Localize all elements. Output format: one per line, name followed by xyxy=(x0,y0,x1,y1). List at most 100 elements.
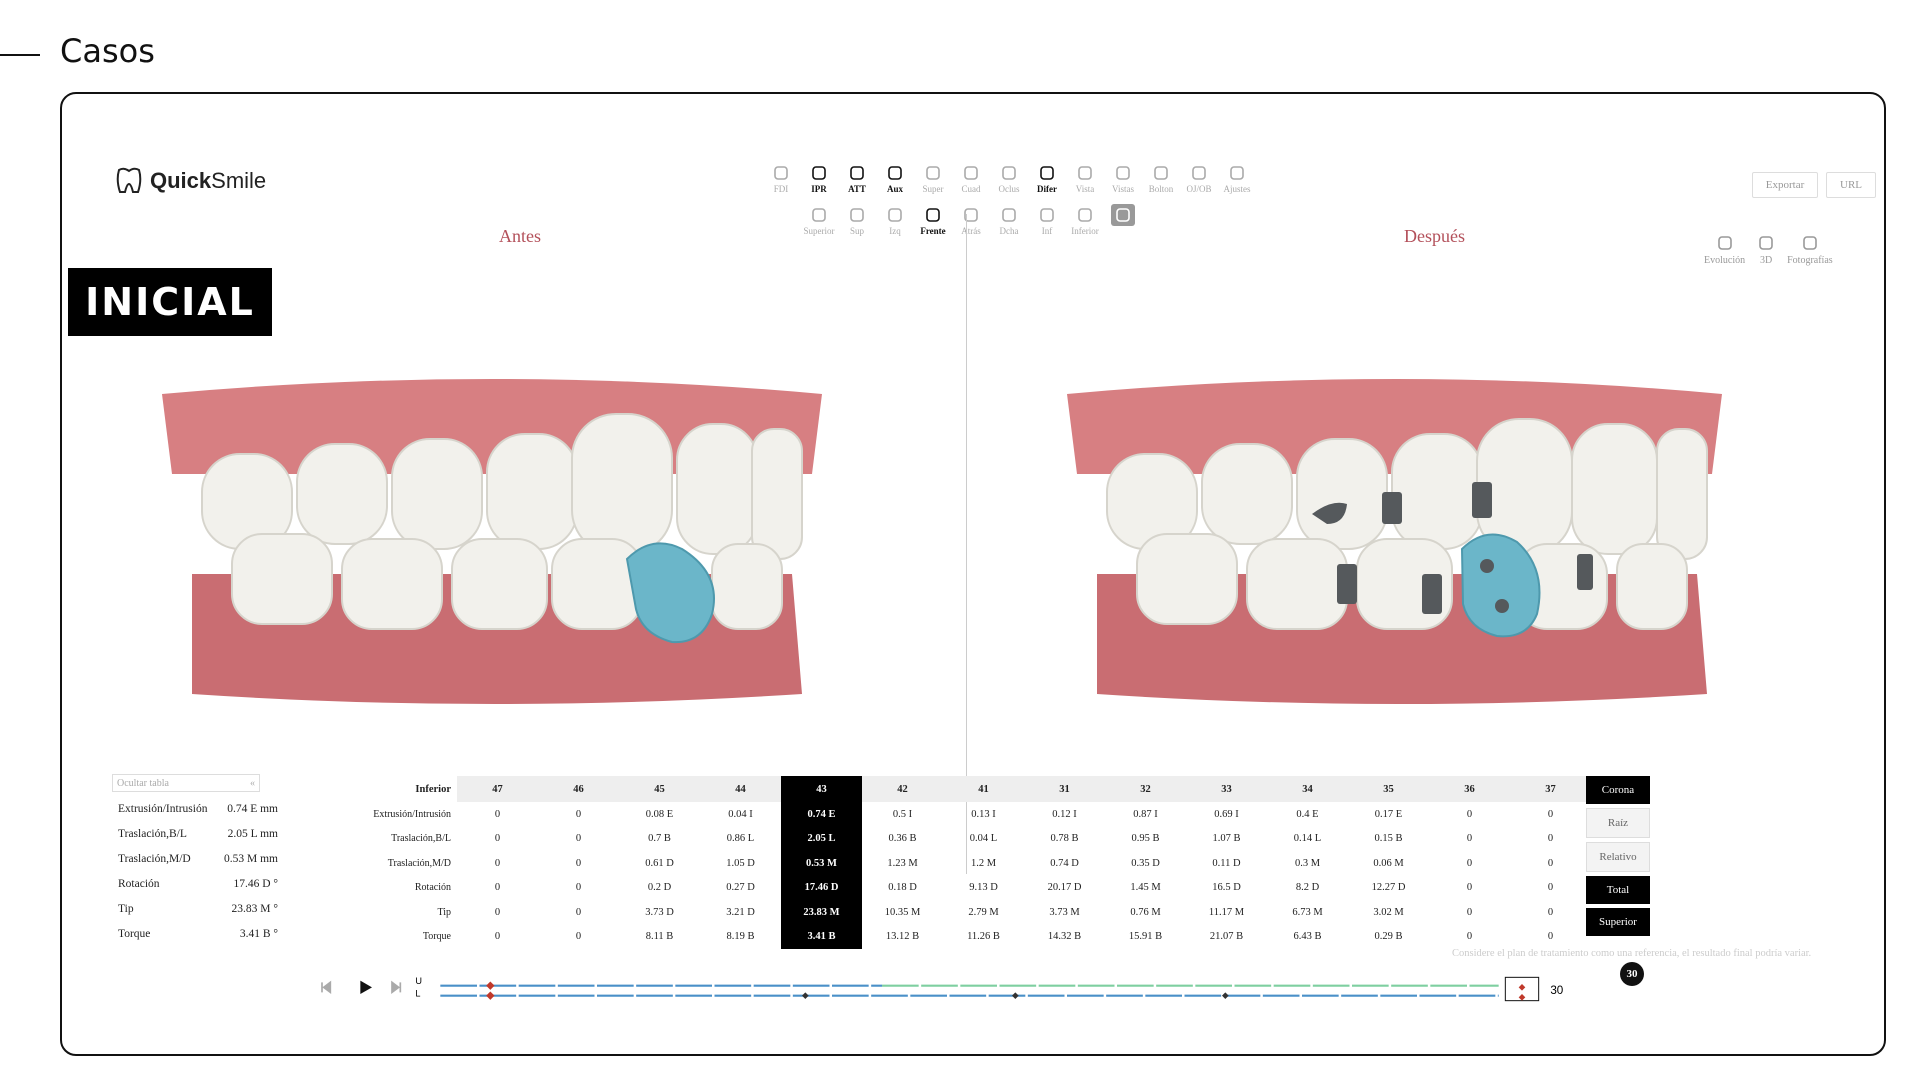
tooth-header[interactable]: 41 xyxy=(943,776,1024,802)
export-button[interactable]: Exportar xyxy=(1752,172,1818,198)
tooth-header[interactable]: 34 xyxy=(1267,776,1348,802)
table-cell[interactable]: 6.43 B xyxy=(1267,925,1348,950)
table-cell[interactable]: 0.95 B xyxy=(1105,827,1186,852)
table-cell[interactable]: 13.12 B xyxy=(862,925,943,950)
table-cell[interactable]: 21.07 B xyxy=(1186,925,1267,950)
tooth-header[interactable]: 42 xyxy=(862,776,943,802)
table-cell[interactable]: 3.73 D xyxy=(619,900,700,925)
tool-vistas[interactable]: Vistas xyxy=(1104,162,1142,194)
mode-button-superior[interactable]: Superior xyxy=(1586,908,1650,936)
view-inferior[interactable]: Inferior xyxy=(1066,204,1104,236)
table-cell[interactable]: 0.35 D xyxy=(1105,851,1186,876)
table-cell[interactable]: 10.35 M xyxy=(862,900,943,925)
before-jaw-model[interactable] xyxy=(152,374,832,704)
table-cell[interactable]: 0.86 L xyxy=(700,827,781,852)
mode-button-total[interactable]: Total xyxy=(1586,876,1650,904)
tooth-header[interactable]: 31 xyxy=(1024,776,1105,802)
table-cell[interactable]: 0.7 B xyxy=(619,827,700,852)
url-button[interactable]: URL xyxy=(1826,172,1876,198)
start-marker-upper[interactable] xyxy=(486,981,495,990)
prev-button[interactable] xyxy=(321,980,332,994)
table-cell[interactable]: 0 xyxy=(457,827,538,852)
tool-oj-ob[interactable]: OJ/OB xyxy=(1180,162,1218,194)
tooth-header[interactable]: 36 xyxy=(1429,776,1510,802)
table-cell[interactable]: 0 xyxy=(1510,900,1591,925)
table-cell[interactable]: 0.78 B xyxy=(1024,827,1105,852)
tooth-header[interactable]: 32 xyxy=(1105,776,1186,802)
tool-ipr[interactable]: IPR xyxy=(800,162,838,194)
table-cell[interactable]: 0 xyxy=(1429,827,1510,852)
table-cell[interactable]: 1.45 M xyxy=(1105,876,1186,901)
table-cell[interactable]: 20.17 D xyxy=(1024,876,1105,901)
table-cell[interactable]: 0.15 B xyxy=(1348,827,1429,852)
tool-ajustes[interactable]: Ajustes xyxy=(1218,162,1256,194)
table-cell[interactable]: 0 xyxy=(1429,900,1510,925)
tool-bolton[interactable]: Bolton xyxy=(1142,162,1180,194)
table-cell[interactable]: 0 xyxy=(457,802,538,827)
tooth-header[interactable]: 43 xyxy=(781,776,862,802)
tooth-header[interactable]: 47 xyxy=(457,776,538,802)
table-cell[interactable]: 0.11 D xyxy=(1186,851,1267,876)
tool-fdi[interactable]: FDI xyxy=(762,162,800,194)
view-cambiar[interactable]: Cambiar xyxy=(1104,204,1142,236)
view-inf[interactable]: Inf xyxy=(1028,204,1066,236)
table-cell[interactable]: 0.27 D xyxy=(700,876,781,901)
hide-table-toggle[interactable]: Ocultar tabla « xyxy=(112,774,260,792)
table-cell[interactable]: 8.19 B xyxy=(700,925,781,950)
after-jaw-model[interactable] xyxy=(1057,374,1737,704)
tooth-header[interactable]: 35 xyxy=(1348,776,1429,802)
tool-oclus[interactable]: Oclus xyxy=(990,162,1028,194)
table-cell[interactable]: 0 xyxy=(1510,851,1591,876)
right-tool-0[interactable]: Evolución xyxy=(1704,234,1745,266)
ipr-marker[interactable] xyxy=(1012,992,1019,999)
table-cell[interactable]: 2.79 M xyxy=(943,900,1024,925)
table-cell[interactable]: 0.04 L xyxy=(943,827,1024,852)
table-cell[interactable]: 3.02 M xyxy=(1348,900,1429,925)
table-cell[interactable]: 0 xyxy=(1510,827,1591,852)
ipr-marker[interactable] xyxy=(1222,992,1229,999)
table-cell[interactable]: 16.5 D xyxy=(1186,876,1267,901)
table-cell[interactable]: 0 xyxy=(1510,876,1591,901)
table-cell[interactable]: 0.2 D xyxy=(619,876,700,901)
table-cell[interactable]: 0 xyxy=(1429,851,1510,876)
table-cell[interactable]: 12.27 D xyxy=(1348,876,1429,901)
table-cell[interactable]: 11.26 B xyxy=(943,925,1024,950)
table-cell[interactable]: 0.29 B xyxy=(1348,925,1429,950)
table-cell[interactable]: 1.07 B xyxy=(1186,827,1267,852)
table-cell[interactable]: 0.5 I xyxy=(862,802,943,827)
table-cell[interactable]: 0.36 B xyxy=(862,827,943,852)
table-cell[interactable]: 0.53 M xyxy=(781,851,862,876)
tool-difer[interactable]: Difer xyxy=(1028,162,1066,194)
view-sup[interactable]: Sup xyxy=(838,204,876,236)
table-cell[interactable]: 6.73 M xyxy=(1267,900,1348,925)
tool-att[interactable]: ATT xyxy=(838,162,876,194)
table-cell[interactable]: 0.18 D xyxy=(862,876,943,901)
right-tool-2[interactable]: Fotografías xyxy=(1787,234,1833,266)
next-button[interactable] xyxy=(391,980,402,994)
play-button[interactable] xyxy=(360,980,372,994)
table-cell[interactable]: 0 xyxy=(1429,876,1510,901)
table-cell[interactable]: 0 xyxy=(538,827,619,852)
table-cell[interactable]: 3.21 D xyxy=(700,900,781,925)
table-cell[interactable]: 0.74 D xyxy=(1024,851,1105,876)
table-cell[interactable]: 0 xyxy=(1429,925,1510,950)
tool-vista[interactable]: Vista xyxy=(1066,162,1104,194)
table-cell[interactable]: 0 xyxy=(457,876,538,901)
mode-button-ra-z[interactable]: Raíz xyxy=(1586,808,1650,838)
table-cell[interactable]: 0.69 I xyxy=(1186,802,1267,827)
table-cell[interactable]: 0.14 L xyxy=(1267,827,1348,852)
table-cell[interactable]: 0.3 M xyxy=(1267,851,1348,876)
table-cell[interactable]: 0.74 E xyxy=(781,802,862,827)
table-cell[interactable]: 8.11 B xyxy=(619,925,700,950)
table-cell[interactable]: 0 xyxy=(457,925,538,950)
table-cell[interactable]: 15.91 B xyxy=(1105,925,1186,950)
table-cell[interactable]: 0.17 E xyxy=(1348,802,1429,827)
mode-button-corona[interactable]: Corona xyxy=(1586,776,1650,804)
table-cell[interactable]: 0.12 I xyxy=(1024,802,1105,827)
stage-timeline[interactable]: U L 30 xyxy=(142,974,1822,1024)
tooth-header[interactable]: 46 xyxy=(538,776,619,802)
mode-button-relativo[interactable]: Relativo xyxy=(1586,842,1650,872)
table-cell[interactable]: 1.23 M xyxy=(862,851,943,876)
table-cell[interactable]: 0 xyxy=(538,900,619,925)
table-cell[interactable]: 0.4 E xyxy=(1267,802,1348,827)
